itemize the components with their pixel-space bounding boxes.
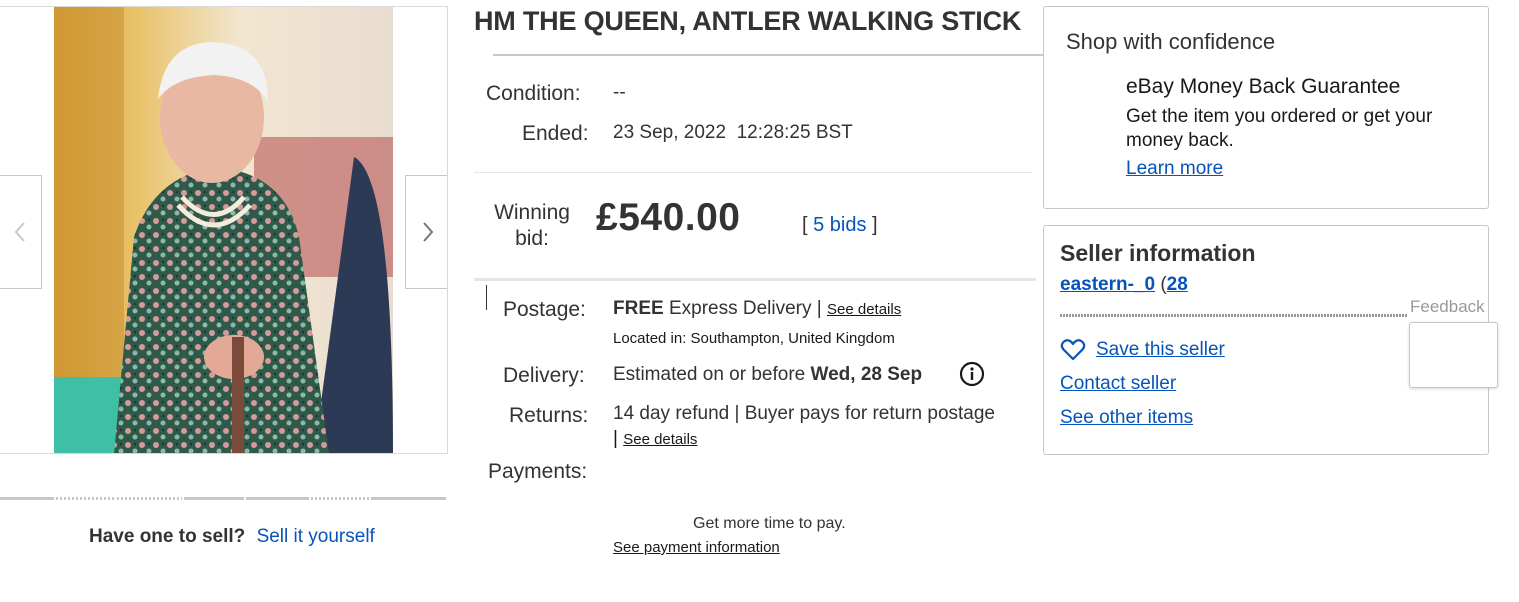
divider bbox=[474, 278, 1036, 281]
returns-see-details-link[interactable]: See details bbox=[623, 431, 697, 448]
sell-question: Have one to sell? bbox=[89, 526, 246, 547]
delivery-prefix: Estimated on or before bbox=[613, 364, 811, 385]
panel-title: Seller information bbox=[1060, 240, 1256, 266]
money-back-guarantee-description: Get the item you ordered or get your mon… bbox=[1126, 106, 1433, 151]
thumbnail-indicator[interactable] bbox=[116, 497, 183, 500]
thumbnail-strip[interactable] bbox=[0, 497, 448, 501]
heart-icon bbox=[1060, 339, 1086, 361]
gallery-prev-button[interactable] bbox=[0, 175, 42, 289]
more-time-to-pay: Get more time to pay. bbox=[693, 515, 846, 532]
item-photo[interactable] bbox=[54, 7, 393, 454]
winning-bid-label: Winning bid: bbox=[494, 201, 570, 250]
delivery-date: Wed, 28 Sep bbox=[810, 364, 923, 385]
thumbnail-indicator[interactable] bbox=[55, 497, 115, 500]
bid-count: [ 5 bids ] bbox=[802, 214, 878, 237]
thumbnail-indicator[interactable] bbox=[370, 497, 446, 500]
text-cursor bbox=[486, 285, 487, 310]
thumbnail-indicator[interactable] bbox=[245, 497, 310, 500]
condition-value: -- bbox=[613, 82, 626, 103]
item-title: HM THE QUEEN, ANTLER WALKING STICK bbox=[474, 6, 1022, 36]
bid-history-link[interactable]: 5 bids bbox=[813, 214, 866, 236]
thumbnail-indicator[interactable] bbox=[311, 497, 369, 500]
bids-bracket-open: [ bbox=[802, 214, 814, 236]
payment-information-link[interactable]: See payment information bbox=[613, 539, 780, 556]
postage-see-details-link[interactable]: See details bbox=[827, 301, 901, 318]
seller-name-row: eastern-_0 (28 bbox=[1060, 274, 1188, 296]
returns-details: | See details bbox=[613, 428, 697, 450]
postage-label: Postage: bbox=[503, 298, 586, 321]
save-seller-button[interactable]: Save this seller bbox=[1060, 338, 1225, 362]
thumbnail-indicator[interactable] bbox=[0, 497, 54, 500]
learn-more-link[interactable]: Learn more bbox=[1126, 158, 1223, 180]
payments-label: Payments: bbox=[488, 460, 588, 483]
delivery-value: Estimated on or before Wed, 28 Sep bbox=[613, 364, 922, 386]
divider bbox=[474, 172, 1032, 173]
save-seller-label[interactable]: Save this seller bbox=[1096, 339, 1225, 361]
postage-service: Express Delivery | bbox=[663, 298, 827, 319]
postage-free: FREE bbox=[613, 298, 664, 319]
info-icon[interactable] bbox=[959, 361, 985, 387]
delivery-label: Delivery: bbox=[503, 364, 585, 387]
image-gallery bbox=[0, 6, 448, 454]
shop-with-confidence-panel: Shop with confidence eBay Money Back Gua… bbox=[1043, 6, 1489, 209]
sell-it-yourself-link[interactable]: Sell it yourself bbox=[257, 526, 375, 547]
money-back-guarantee-title: eBay Money Back Guarantee bbox=[1126, 75, 1401, 98]
see-other-items-link[interactable]: See other items bbox=[1060, 407, 1193, 429]
seller-username-link[interactable]: eastern-_0 bbox=[1060, 274, 1155, 295]
returns-label: Returns: bbox=[509, 404, 589, 427]
contact-seller-link[interactable]: Contact seller bbox=[1060, 373, 1176, 395]
returns-pipe: | bbox=[613, 428, 624, 449]
feedback-tab[interactable]: Feedback bbox=[1410, 297, 1485, 317]
sell-prompt: Have one to sell? Sell it yourself bbox=[89, 526, 375, 548]
chevron-left-icon bbox=[14, 222, 25, 242]
bids-bracket-close: ] bbox=[866, 214, 878, 236]
condition-label: Condition: bbox=[486, 82, 581, 105]
returns-value: 14 day refund | Buyer pays for return po… bbox=[613, 403, 995, 424]
gallery-next-button[interactable] bbox=[405, 175, 447, 289]
chevron-right-icon bbox=[422, 222, 433, 242]
panel-title: Shop with confidence bbox=[1066, 29, 1276, 54]
feedback-widget[interactable] bbox=[1409, 322, 1498, 388]
dotted-divider bbox=[1060, 314, 1408, 317]
item-location: Located in: Southampton, United Kingdom bbox=[613, 330, 895, 347]
postage-value: FREE Express Delivery | See details bbox=[613, 298, 901, 320]
ended-value: 23 Sep, 2022 12:28:25 BST bbox=[613, 122, 853, 143]
winning-bid-price: £540.00 bbox=[596, 196, 741, 239]
thumbnail-indicator[interactable] bbox=[184, 497, 244, 500]
divider bbox=[493, 54, 1043, 56]
seller-feedback-score-link[interactable]: 28 bbox=[1167, 274, 1188, 295]
ended-label: Ended: bbox=[522, 122, 589, 145]
